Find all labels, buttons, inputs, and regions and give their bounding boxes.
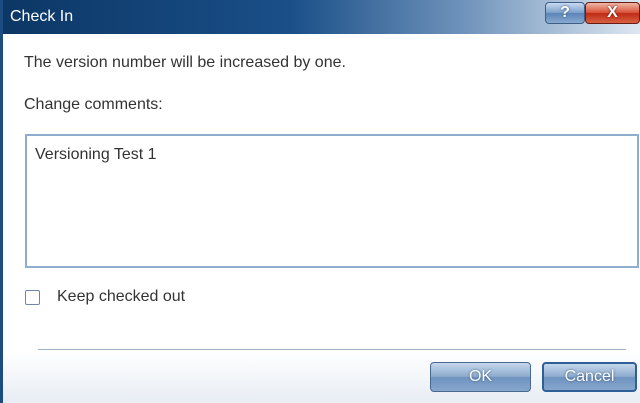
footer-separator bbox=[38, 349, 626, 350]
title-bar: Check In ? X bbox=[3, 0, 640, 34]
comments-textarea[interactable]: Versioning Test 1 bbox=[25, 134, 639, 268]
keep-checked-out-option[interactable]: Keep checked out bbox=[25, 287, 185, 307]
comments-label: Change comments: bbox=[24, 96, 163, 113]
ok-button[interactable]: OK bbox=[430, 362, 531, 392]
keep-checked-out-label: Keep checked out bbox=[57, 288, 186, 305]
close-button[interactable]: X bbox=[585, 2, 640, 24]
cancel-button[interactable]: Cancel bbox=[542, 362, 637, 392]
keep-checked-out-checkbox[interactable] bbox=[25, 289, 40, 305]
dialog-title: Check In bbox=[10, 8, 74, 25]
help-button[interactable]: ? bbox=[545, 2, 585, 24]
version-message: The version number will be increased by … bbox=[24, 54, 346, 71]
check-in-dialog: Check In ? X The version number will be … bbox=[0, 0, 640, 403]
